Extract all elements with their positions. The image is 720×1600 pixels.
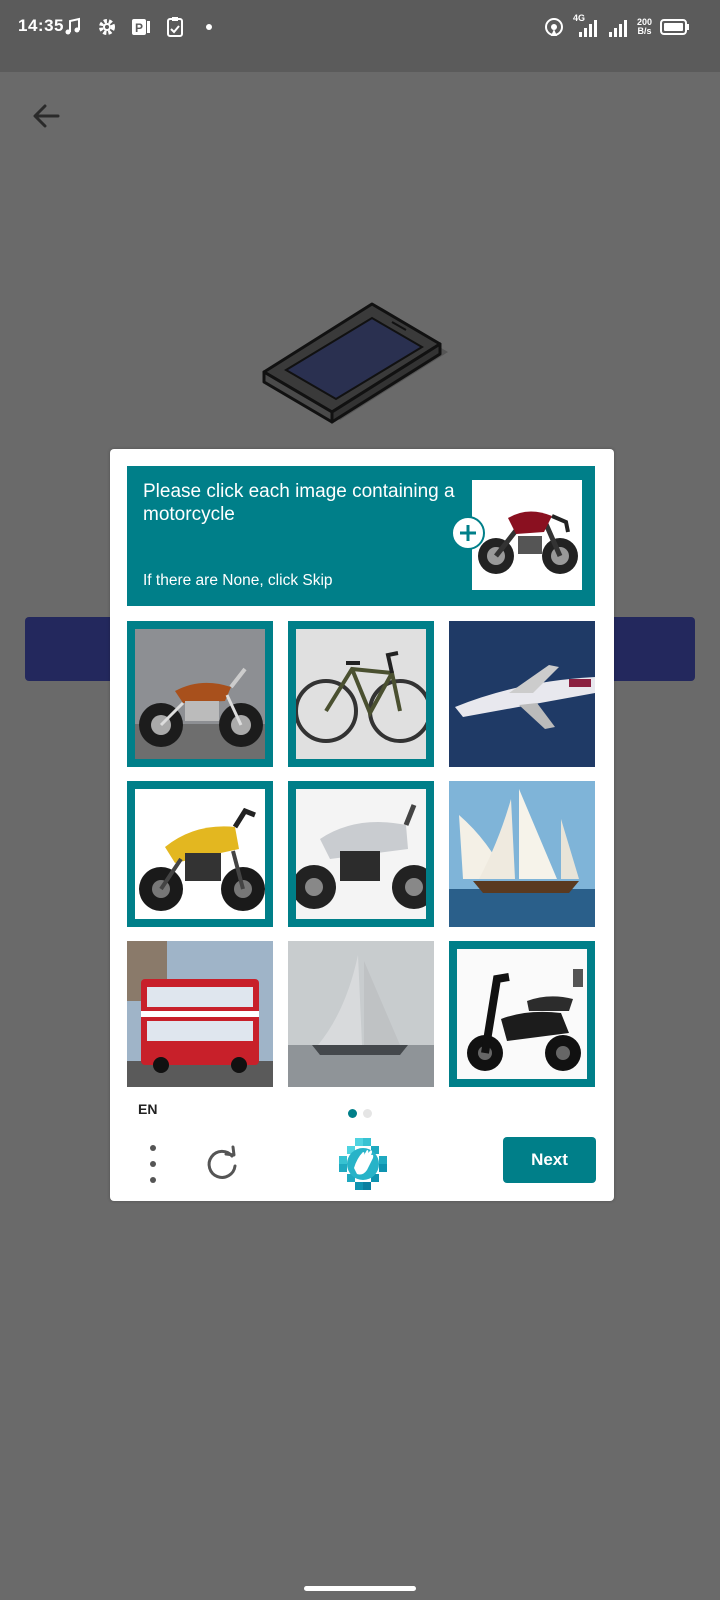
- gear-icon: [96, 16, 118, 38]
- image-grid: [127, 621, 595, 1087]
- page-indicator: [348, 1109, 372, 1118]
- captcha-prompt: Please click each image containing a mot…: [127, 466, 595, 606]
- network-type: 4G: [572, 13, 585, 23]
- tile-image: [457, 949, 587, 1079]
- menu-dot: [150, 1177, 156, 1183]
- dot-icon: [198, 16, 220, 38]
- image-tile-bus[interactable]: [127, 941, 273, 1087]
- prompt-title: Please click each image containing a mot…: [143, 481, 455, 525]
- hotspot-icon: [543, 16, 565, 38]
- status-left-icons: P: [62, 16, 220, 38]
- signal-icon: 4G: [572, 13, 599, 38]
- network-speed: 200 B/s: [636, 17, 652, 36]
- image-tile-cruiser-motorcycle[interactable]: [127, 621, 273, 767]
- clipboard-icon: [164, 16, 186, 38]
- image-tile-yellow-motorcycle[interactable]: [127, 781, 273, 927]
- hcaptcha-logo-icon: [339, 1138, 387, 1190]
- example-image: [472, 480, 582, 590]
- tile-image: [288, 941, 434, 1087]
- language-selector[interactable]: EN: [138, 1101, 157, 1117]
- refresh-button[interactable]: [202, 1142, 242, 1182]
- tile-image: [449, 621, 595, 767]
- image-tile-silver-motorcycle[interactable]: [288, 781, 434, 927]
- status-time: 14:35: [18, 16, 64, 35]
- tile-image: [135, 629, 265, 759]
- tile-image: [449, 781, 595, 927]
- image-tile-sailboat[interactable]: [449, 781, 595, 927]
- status-right-icons: 4G 200 B/s: [543, 13, 690, 38]
- next-button[interactable]: Next: [503, 1137, 596, 1183]
- plus-icon: [460, 525, 476, 541]
- parking-app-icon: P: [130, 16, 152, 38]
- captcha-dialog: Please click each image containing a mot…: [110, 449, 614, 1201]
- svg-text:P: P: [135, 21, 143, 35]
- menu-dot: [150, 1145, 156, 1151]
- tile-image: [296, 629, 426, 759]
- image-tile-airplane[interactable]: [449, 621, 595, 767]
- tile-image: [135, 789, 265, 919]
- phone-illustration: [262, 300, 462, 440]
- page-dot-active: [348, 1109, 357, 1118]
- image-tile-sailboat[interactable]: [288, 941, 434, 1087]
- battery-icon: [660, 16, 690, 38]
- prompt-subtitle: If there are None, click Skip: [143, 572, 333, 589]
- tile-image: [127, 941, 273, 1087]
- refresh-icon: [207, 1145, 237, 1179]
- image-tile-bicycle[interactable]: [288, 621, 434, 767]
- back-arrow-icon: [33, 104, 60, 128]
- page-dot: [363, 1109, 372, 1118]
- image-tile-scooter[interactable]: [449, 941, 595, 1087]
- music-note-icon: [62, 16, 84, 38]
- status-bar: 14:35 P 4G 200 B/s: [0, 0, 720, 72]
- menu-dot: [150, 1161, 156, 1167]
- expand-example-button[interactable]: [451, 516, 485, 550]
- tile-image: [296, 789, 426, 919]
- back-button[interactable]: [26, 96, 66, 136]
- menu-button[interactable]: [140, 1141, 166, 1187]
- home-indicator[interactable]: [304, 1586, 416, 1591]
- hcaptcha-logo[interactable]: [337, 1138, 389, 1190]
- signal-icon: [607, 16, 629, 38]
